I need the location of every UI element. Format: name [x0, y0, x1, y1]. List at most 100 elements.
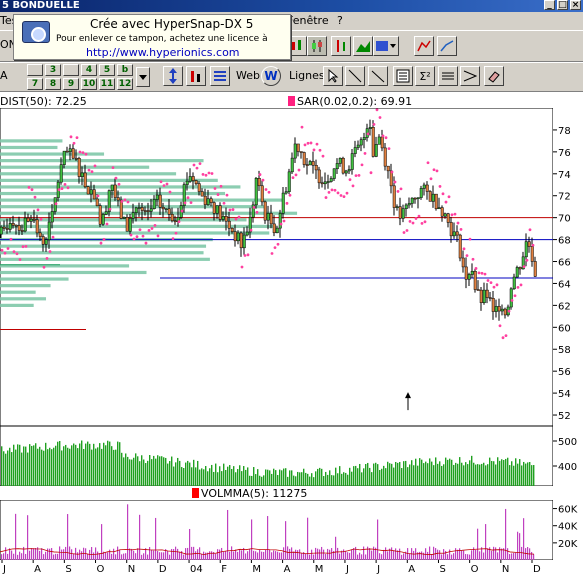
volmma-bar	[377, 519, 379, 560]
volume-bar	[493, 461, 495, 486]
candle-body	[305, 164, 309, 166]
sar-dot	[417, 214, 421, 218]
volmma-chart[interactable]: 60K 40K 20K	[0, 500, 583, 560]
volume-bar	[207, 471, 209, 486]
sar-dot	[150, 227, 154, 230]
text-tool-icon[interactable]	[393, 66, 413, 86]
scale-icon[interactable]	[163, 66, 183, 86]
stamp-link[interactable]: http://www.hyperionics.com	[86, 46, 240, 59]
volmma-bar	[99, 553, 101, 560]
candle-body	[44, 239, 48, 245]
sar-dot	[204, 173, 208, 177]
period-button-12[interactable]: 12	[117, 78, 133, 90]
candle-body	[158, 194, 162, 208]
web-globe-icon[interactable]: W	[261, 66, 281, 86]
volume-y-tick-label: 400	[558, 462, 577, 473]
volmma-bar	[345, 551, 347, 560]
volume-bar	[247, 467, 249, 486]
lines-label: Lignes	[289, 69, 325, 82]
line-tool-2-icon[interactable]	[368, 66, 388, 86]
volume-bar	[59, 440, 61, 486]
trend-tool-icon[interactable]	[437, 36, 457, 56]
period-button-8[interactable]: 8	[45, 78, 61, 90]
volume-bar	[421, 459, 423, 486]
candle-body	[146, 210, 150, 212]
volume-bar	[397, 462, 399, 486]
volmma-bar	[45, 551, 47, 560]
mountain-chart-icon[interactable]	[353, 36, 373, 56]
candle-body	[86, 186, 90, 195]
period-button-4[interactable]: 4	[81, 64, 97, 76]
indicator-icon[interactable]	[414, 36, 434, 56]
sar-dot	[309, 141, 313, 145]
volmma-bar	[139, 514, 141, 560]
volmma-bar	[197, 549, 199, 560]
candle-body	[467, 274, 471, 280]
period-button-b[interactable]: b	[117, 64, 133, 76]
period-button-7[interactable]: 7	[27, 78, 43, 90]
price-volume-histogram-bar	[0, 198, 283, 202]
camera-icon	[22, 21, 50, 43]
period-button-3[interactable]: 3	[45, 64, 61, 76]
price-chart[interactable]: 52 54 56 58 60 62 64 66 68 70 72 74 76 78	[0, 108, 583, 426]
volmma-bar	[497, 552, 499, 560]
eraser-icon[interactable]	[484, 66, 504, 86]
candle-body	[164, 208, 168, 211]
volmma-bar	[61, 549, 63, 560]
volume-bar	[509, 465, 511, 486]
sar-dot	[195, 166, 199, 170]
dist-indicator-label: DIST(50): 72.25	[0, 96, 87, 108]
volmma-bar	[331, 548, 333, 560]
channel-tool-icon[interactable]	[438, 66, 458, 86]
line-tool-icon[interactable]	[345, 66, 365, 86]
period-button-10[interactable]: 10	[81, 78, 97, 90]
candle-body	[0, 226, 3, 235]
candle-body	[503, 308, 507, 316]
menu-help[interactable]: ?	[337, 12, 343, 30]
fibonacci-icon[interactable]: Σ²	[415, 66, 435, 86]
volmma-bar	[3, 553, 5, 560]
period-button-blank2[interactable]	[63, 64, 79, 76]
sar-dot	[423, 220, 427, 224]
sar-dot	[408, 219, 412, 223]
fan-tool-icon[interactable]	[460, 66, 480, 86]
period-button-5[interactable]: 5	[99, 64, 115, 76]
volume-bar	[27, 452, 29, 486]
volmma-bar	[297, 550, 299, 560]
lines-tool-icon[interactable]	[210, 66, 230, 86]
sar-dot	[372, 122, 376, 126]
volmma-bar	[63, 549, 65, 560]
candlestick-icon[interactable]	[307, 36, 327, 56]
volume-bar	[519, 459, 521, 486]
minimize-icon[interactable]: _	[544, 0, 555, 10]
candle-body	[245, 231, 249, 236]
volmma-bar	[135, 553, 137, 560]
period-button-9[interactable]: 9	[63, 78, 79, 90]
period-button-blank[interactable]	[27, 64, 43, 76]
sar-dot	[495, 283, 499, 287]
volume-bar	[99, 443, 101, 486]
candle-body	[116, 197, 120, 201]
period-button-11[interactable]: 11	[99, 78, 115, 90]
volume-bar	[9, 447, 11, 486]
volume-chart[interactable]: 500 400	[0, 426, 583, 486]
candle-body	[383, 147, 387, 167]
volmma-bar	[287, 546, 289, 560]
cursor-icon[interactable]	[323, 66, 343, 86]
volume-bar	[243, 466, 245, 486]
bars-icon[interactable]	[186, 66, 206, 86]
sar-dot	[393, 180, 397, 184]
menu-window[interactable]: Fenêtre	[287, 12, 329, 30]
sar-dot	[414, 217, 418, 220]
maximize-icon[interactable]: □	[557, 0, 568, 10]
bar-chart-icon[interactable]	[331, 36, 351, 56]
volmma-bar	[217, 549, 219, 560]
close-icon[interactable]: ×	[570, 0, 581, 10]
chart-type-dropdown[interactable]	[373, 36, 399, 56]
sar-dot	[432, 168, 436, 172]
sar-dot	[468, 237, 472, 241]
sar-dot	[126, 200, 130, 204]
sar-dot	[336, 191, 340, 195]
volume-bar	[475, 464, 477, 486]
dropdown-arrow-icon[interactable]	[136, 67, 150, 87]
